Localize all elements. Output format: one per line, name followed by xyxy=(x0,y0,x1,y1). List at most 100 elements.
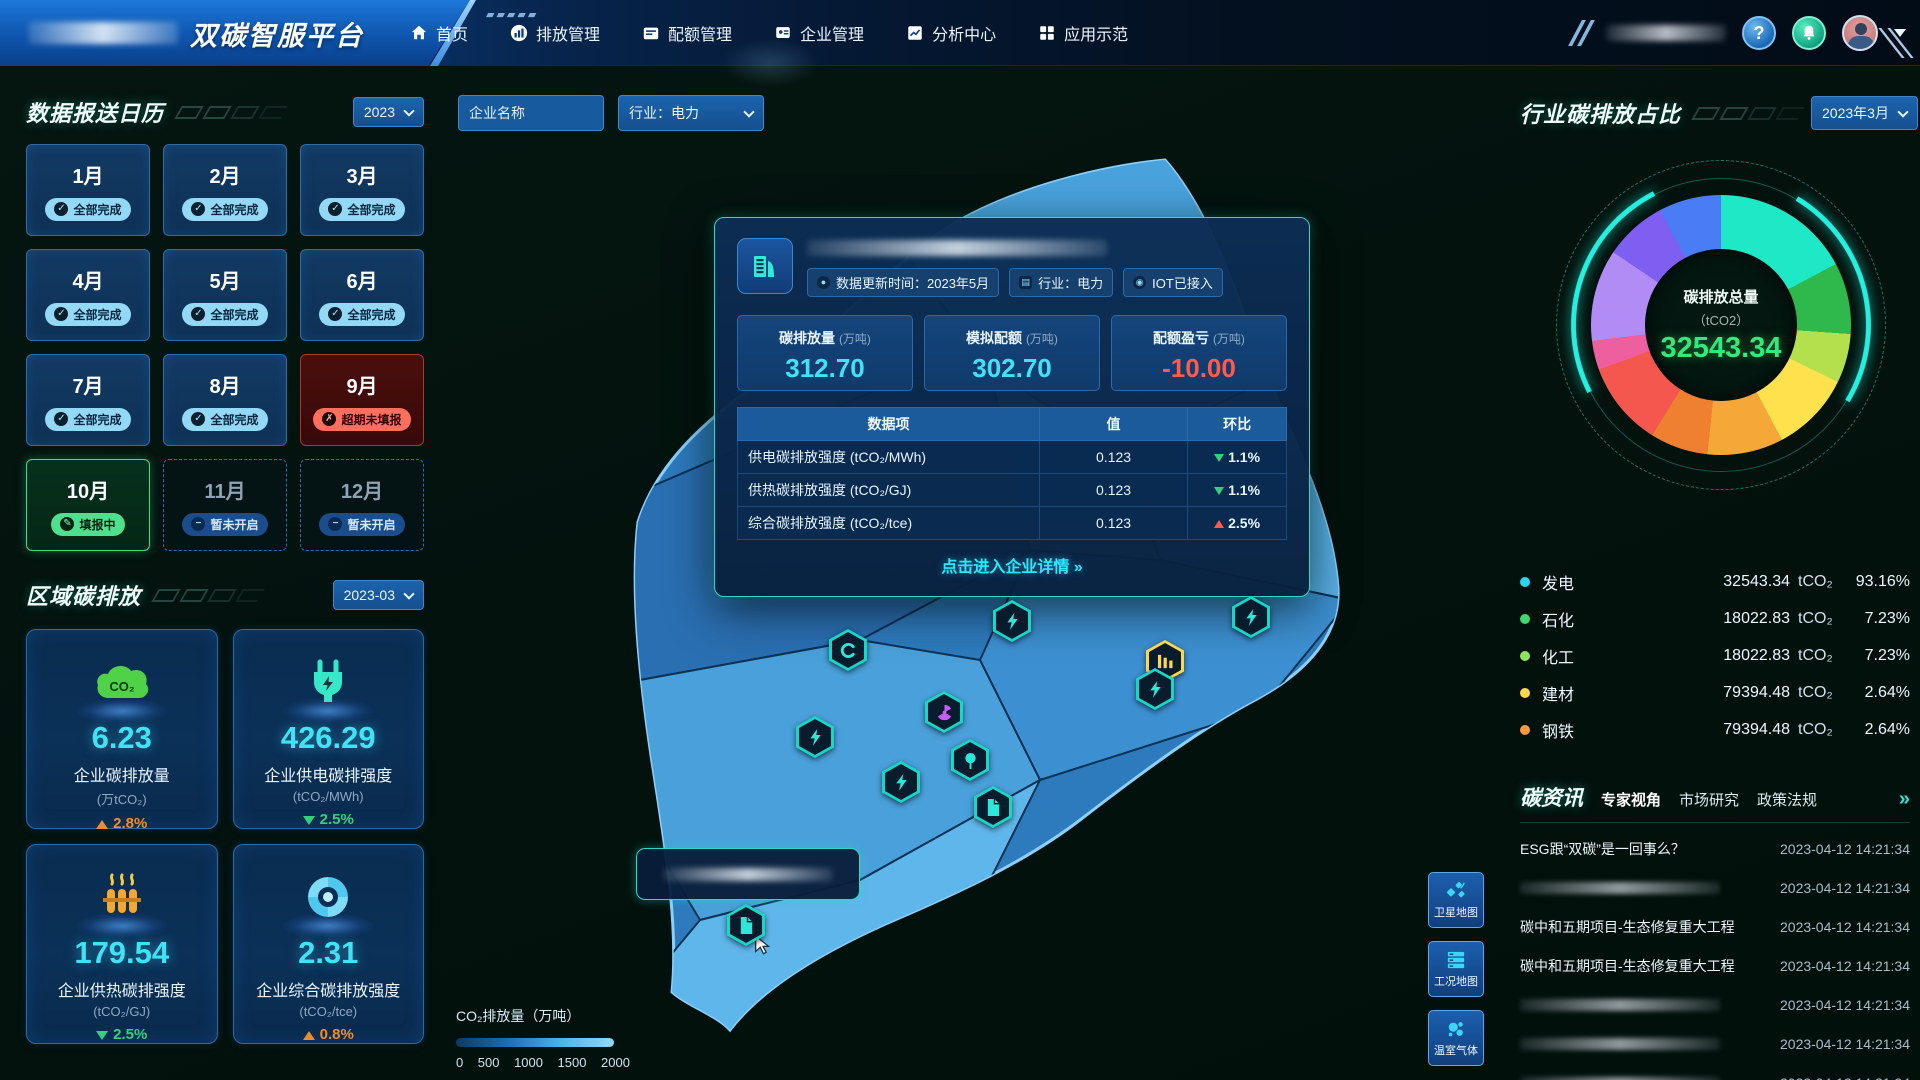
help-button[interactable]: ? xyxy=(1742,16,1776,50)
industry-period-select[interactable]: 2023年3月 xyxy=(1811,96,1918,130)
table-row: 综合碳排放强度 (tCO₂/tce) 0.123 2.5% xyxy=(738,507,1287,540)
iot-icon: ◉ xyxy=(1133,276,1146,289)
region-panel-title: 区域碳排放 xyxy=(26,579,141,611)
news-header: 碳资讯 专家视角 市场研究 政策法规 » xyxy=(1520,782,1910,823)
news-item[interactable]: ESG跟“双碳”是一回事么？2023-04-12 14:21:34 xyxy=(1520,829,1910,868)
report-calendar-panel: 数据报送日历 2023 1月✓全部完成 2月✓全部完成 3月✓全部完成 4月✓全… xyxy=(26,96,424,551)
month-cell-oct[interactable]: 10月✎填报中 xyxy=(26,459,150,551)
month-cell-jun[interactable]: 6月✓全部完成 xyxy=(300,249,424,341)
triangle-up-icon xyxy=(1214,520,1224,528)
notifications-button[interactable] xyxy=(1792,16,1826,50)
legend-row[interactable]: 化工 18022.83 tCO₂ 7.23% xyxy=(1520,637,1910,674)
logo-mark-redacted xyxy=(28,22,178,44)
nav-item-emission[interactable]: 排放管理 xyxy=(510,21,600,45)
legend-row[interactable]: 建材 79394.48 tCO₂ 2.64% xyxy=(1520,674,1910,711)
map-marker-gear[interactable] xyxy=(829,629,867,671)
table-row: 供热碳排放强度 (tCO₂/GJ) 0.123 1.1% xyxy=(738,474,1287,507)
satellite-map-button[interactable]: 卫星地图 xyxy=(1428,872,1484,928)
popup-data-table: 数据项 值 环比 供电碳排放强度 (tCO₂/MWh) 0.123 1.1% 供… xyxy=(737,407,1287,540)
emission-chart-icon xyxy=(510,24,528,42)
month-cell-apr[interactable]: 4月✓全部完成 xyxy=(26,249,150,341)
triangle-down-icon xyxy=(303,816,315,825)
map-marker-radiation[interactable] xyxy=(925,691,963,733)
month-cell-dec[interactable]: 12月−暂未开启 xyxy=(300,459,424,551)
month-cell-jan[interactable]: 1月✓全部完成 xyxy=(26,144,150,236)
edit-icon: ✎ xyxy=(60,517,74,531)
month-cell-mar[interactable]: 3月✓全部完成 xyxy=(300,144,424,236)
month-cell-nov[interactable]: 11月−暂未开启 xyxy=(163,459,287,551)
legend-row[interactable]: 石化 18022.83 tCO₂ 7.23% xyxy=(1520,600,1910,637)
greenhouse-gas-button[interactable]: 温室气体 xyxy=(1428,1010,1484,1066)
legend-dot xyxy=(1520,725,1530,735)
legend-dot xyxy=(1520,651,1530,661)
home-icon xyxy=(410,24,428,42)
news-item-redacted[interactable]: 2023-04-12 14:21:34 xyxy=(1520,1063,1910,1080)
news-title-redacted xyxy=(1520,1038,1720,1050)
legend-dot xyxy=(1520,614,1530,624)
donut-ring[interactable]: 碳排放总量 （tCO2） 32543.34 xyxy=(1591,195,1851,455)
status-map-button[interactable]: 工况地图 xyxy=(1428,941,1484,997)
industry-share-panel: 行业碳排放占比 2023年3月 碳排放总量 （tCO2） 32543.34 xyxy=(1520,96,1910,748)
nav-item-analysis[interactable]: 分析中心 xyxy=(906,21,996,45)
month-cell-aug[interactable]: 8月✓全部完成 xyxy=(163,354,287,446)
map-marker-lightning[interactable] xyxy=(993,600,1031,642)
nav-item-enterprise[interactable]: 企业管理 xyxy=(774,21,864,45)
popup-stats: 碳排放量 (万吨) 312.70 模拟配额 (万吨) 302.70 配额盈亏 (… xyxy=(737,315,1287,391)
nav-item-quota[interactable]: 配额管理 xyxy=(642,21,732,45)
map-marker-doc[interactable] xyxy=(974,786,1012,828)
month-cell-feb[interactable]: 2月✓全部完成 xyxy=(163,144,287,236)
check-icon: ✓ xyxy=(328,202,342,216)
news-item[interactable]: 碳中和五期项目-生态修复重大工程2023-04-12 14:21:34 xyxy=(1520,946,1910,985)
news-more-link[interactable]: » xyxy=(1899,788,1910,811)
stat-card-composite-intensity: 2.31 企业综合碳排放强度 (tCO₂/tce) 0.8% xyxy=(233,844,425,1044)
news-item-redacted[interactable]: 2023-04-12 14:21:34 xyxy=(1520,985,1910,1024)
industry-badge: ▤行业：电力 xyxy=(1009,268,1113,297)
nav-double-slash-decoration xyxy=(1575,20,1588,46)
co2-map-legend: CO₂排放量（万吨） 0500100015002000 xyxy=(456,1006,656,1070)
bell-icon xyxy=(1800,24,1818,42)
news-item-redacted[interactable]: 2023-04-12 14:21:34 xyxy=(1520,868,1910,907)
enterprise-detail-link[interactable]: 点击进入企业详情 » xyxy=(737,553,1287,577)
delta-down: 2.5% xyxy=(27,1026,217,1043)
title-slash-decoration xyxy=(155,589,261,602)
main-menu: 首页 排放管理 配额管理 企业管理 分析中心 应用示范 xyxy=(402,0,1128,66)
nav-item-apps[interactable]: 应用示范 xyxy=(1038,21,1128,45)
title-slash-decoration xyxy=(1695,107,1801,120)
month-cell-sep[interactable]: 9月✗超期未填报 xyxy=(300,354,424,446)
chevron-down-icon xyxy=(1897,106,1908,117)
news-tab-policy[interactable]: 政策法规 xyxy=(1757,789,1817,810)
map-marker-lightning[interactable] xyxy=(796,716,834,758)
calendar-year-select[interactable]: 2023 xyxy=(353,97,424,127)
news-title-redacted xyxy=(1520,1077,1720,1080)
title-slash-decoration xyxy=(178,106,284,119)
top-nav: 双碳智服平台 ▰▰▰▰▰ 首页 排放管理 配额管理 企业管理 分析 xyxy=(0,0,1920,66)
chevron-down-icon xyxy=(403,105,414,116)
table-row: 供电碳排放强度 (tCO₂/MWh) 0.123 1.1% xyxy=(738,441,1287,474)
calendar-panel-title: 数据报送日历 xyxy=(26,96,164,128)
legend-row[interactable]: 钢铁 79394.48 tCO₂ 2.64% xyxy=(1520,711,1910,748)
check-icon: ✓ xyxy=(191,412,205,426)
month-cell-jul[interactable]: 7月✓全部完成 xyxy=(26,354,150,446)
user-avatar[interactable] xyxy=(1842,15,1878,51)
map-marker-lightning[interactable] xyxy=(1136,668,1174,710)
map-marker-doc[interactable] xyxy=(727,904,765,946)
news-item-redacted[interactable]: 2023-04-12 14:21:34 xyxy=(1520,1024,1910,1063)
news-tab-market[interactable]: 市场研究 xyxy=(1679,789,1739,810)
map-marker-leaf[interactable] xyxy=(951,739,989,781)
news-tab-expert[interactable]: 专家视角 xyxy=(1601,789,1661,810)
industry-panel-title: 行业碳排放占比 xyxy=(1520,97,1681,129)
donut-center: 碳排放总量 （tCO2） 32543.34 xyxy=(1645,249,1797,401)
delta-down: 2.5% xyxy=(234,811,424,828)
month-cell-may[interactable]: 5月✓全部完成 xyxy=(163,249,287,341)
update-time-badge: ●数据更新时间：2023年5月 xyxy=(807,268,999,297)
news-item[interactable]: 碳中和五期项目-生态修复重大工程...2023-04-12 14:21:34 xyxy=(1520,907,1910,946)
region-period-select[interactable]: 2023-03 xyxy=(333,580,424,610)
enterprise-name-redacted xyxy=(807,240,1107,256)
map-marker-lightning[interactable] xyxy=(1232,596,1270,638)
legend-dot xyxy=(1520,688,1530,698)
stat-quota: 模拟配额 (万吨) 302.70 xyxy=(924,315,1100,391)
nav-item-home[interactable]: 首页 xyxy=(410,21,468,45)
minus-icon: − xyxy=(191,517,205,531)
industry-legend: 发电 32543.34 tCO₂ 93.16% 石化 18022.83 tCO₂… xyxy=(1520,563,1910,748)
map-marker-lightning[interactable] xyxy=(882,761,920,803)
